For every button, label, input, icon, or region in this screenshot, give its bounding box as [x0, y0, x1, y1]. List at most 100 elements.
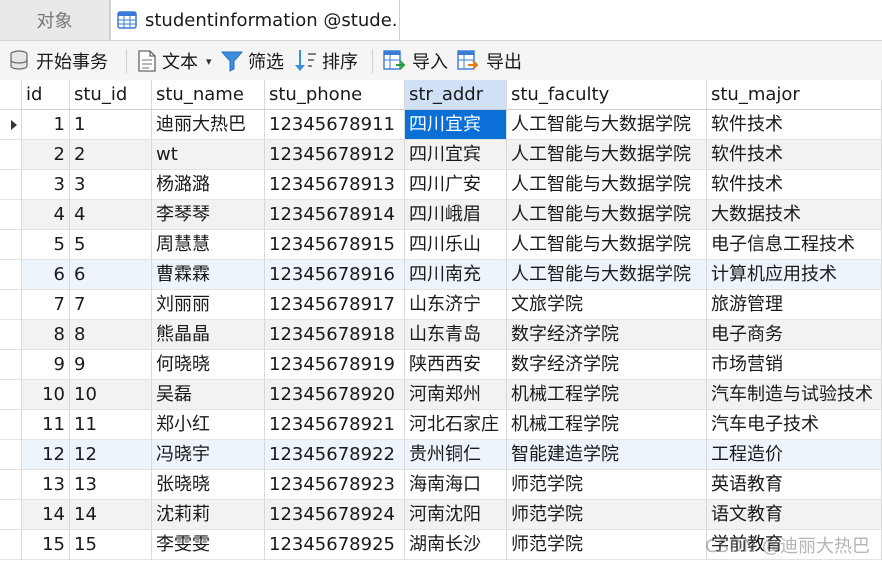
cell-stu-major[interactable]: 汽车电子技术: [707, 410, 882, 440]
column-header-stu-faculty[interactable]: stu_faculty: [507, 80, 707, 110]
cell-stu-major[interactable]: 语文教育: [707, 500, 882, 530]
cell-stu-faculty[interactable]: 机械工程学院: [507, 380, 707, 410]
cell-stu-id[interactable]: 10: [70, 380, 152, 410]
cell-stu-faculty[interactable]: 人工智能与大数据学院: [507, 110, 707, 140]
cell-id[interactable]: 15: [22, 530, 70, 560]
cell-id[interactable]: 2: [22, 140, 70, 170]
cell-stu-phone[interactable]: 12345678921: [265, 410, 405, 440]
cell-stu-faculty[interactable]: 数字经济学院: [507, 350, 707, 380]
cell-stu-faculty[interactable]: 数字经济学院: [507, 320, 707, 350]
cell-stu-phone[interactable]: 12345678917: [265, 290, 405, 320]
cell-stu-id[interactable]: 12: [70, 440, 152, 470]
row-indicator[interactable]: [0, 350, 22, 380]
cell-stu-major[interactable]: 英语教育: [707, 470, 882, 500]
cell-id[interactable]: 6: [22, 260, 70, 290]
column-header-id[interactable]: id: [22, 80, 70, 110]
cell-stu-id[interactable]: 9: [70, 350, 152, 380]
cell-str-addr[interactable]: 海南海口: [405, 470, 507, 500]
row-indicator[interactable]: [0, 530, 22, 560]
table-row[interactable]: 14 14 沈莉莉 12345678924 河南沈阳 师范学院 语文教育: [0, 500, 882, 530]
cell-str-addr[interactable]: 四川广安: [405, 170, 507, 200]
table-row[interactable]: 11 11 郑小红 12345678921 河北石家庄 机械工程学院 汽车电子技术: [0, 410, 882, 440]
cell-id[interactable]: 4: [22, 200, 70, 230]
cell-stu-name[interactable]: 冯晓宇: [152, 440, 265, 470]
row-indicator[interactable]: [0, 410, 22, 440]
cell-str-addr[interactable]: 湖南长沙: [405, 530, 507, 560]
table-row[interactable]: 9 9 何晓晓 12345678919 陕西西安 数字经济学院 市场营销: [0, 350, 882, 380]
cell-stu-name[interactable]: 沈莉莉: [152, 500, 265, 530]
cell-stu-major[interactable]: 电子信息工程技术: [707, 230, 882, 260]
cell-stu-phone[interactable]: 12345678924: [265, 500, 405, 530]
table-row[interactable]: 8 8 熊晶晶 12345678918 山东青岛 数字经济学院 电子商务: [0, 320, 882, 350]
cell-stu-faculty[interactable]: 师范学院: [507, 470, 707, 500]
table-row[interactable]: 4 4 李琴琴 12345678914 四川峨眉 人工智能与大数据学院 大数据技术: [0, 200, 882, 230]
cell-stu-phone[interactable]: 12345678918: [265, 320, 405, 350]
cell-id[interactable]: 5: [22, 230, 70, 260]
cell-stu-name[interactable]: 李琴琴: [152, 200, 265, 230]
cell-str-addr[interactable]: 山东青岛: [405, 320, 507, 350]
cell-stu-name[interactable]: 李雯雯: [152, 530, 265, 560]
cell-stu-name[interactable]: 何晓晓: [152, 350, 265, 380]
row-indicator[interactable]: [0, 290, 22, 320]
tab-table-studentinformation[interactable]: studentinformation @stude...: [110, 0, 400, 40]
row-indicator[interactable]: [0, 230, 22, 260]
table-row[interactable]: 2 2 wt 12345678912 四川宜宾 人工智能与大数据学院 软件技术: [0, 140, 882, 170]
row-indicator[interactable]: [0, 110, 22, 140]
cell-stu-id[interactable]: 6: [70, 260, 152, 290]
cell-stu-name[interactable]: 张晓晓: [152, 470, 265, 500]
cell-stu-phone[interactable]: 12345678913: [265, 170, 405, 200]
row-indicator[interactable]: [0, 200, 22, 230]
cell-str-addr[interactable]: 河北石家庄: [405, 410, 507, 440]
cell-str-addr[interactable]: 陕西西安: [405, 350, 507, 380]
cell-stu-id[interactable]: 3: [70, 170, 152, 200]
cell-stu-phone[interactable]: 12345678925: [265, 530, 405, 560]
cell-str-addr[interactable]: 山东济宁: [405, 290, 507, 320]
cell-stu-name[interactable]: 郑小红: [152, 410, 265, 440]
export-button[interactable]: 导出: [456, 41, 522, 81]
cell-stu-major[interactable]: 电子商务: [707, 320, 882, 350]
cell-id[interactable]: 13: [22, 470, 70, 500]
cell-stu-major[interactable]: 软件技术: [707, 140, 882, 170]
cell-stu-phone[interactable]: 12345678911: [265, 110, 405, 140]
cell-stu-id[interactable]: 2: [70, 140, 152, 170]
row-indicator[interactable]: [0, 140, 22, 170]
import-button[interactable]: 导入: [382, 41, 448, 81]
cell-stu-phone[interactable]: 12345678915: [265, 230, 405, 260]
column-header-stu-major[interactable]: stu_major: [707, 80, 882, 110]
cell-stu-id[interactable]: 13: [70, 470, 152, 500]
table-row[interactable]: 12 12 冯晓宇 12345678922 贵州铜仁 智能建造学院 工程造价: [0, 440, 882, 470]
cell-stu-name[interactable]: 迪丽大热巴: [152, 110, 265, 140]
table-row[interactable]: 1 1 迪丽大热巴 12345678911 四川宜宾 人工智能与大数据学院 软件技术: [0, 110, 882, 140]
row-indicator[interactable]: [0, 470, 22, 500]
cell-id[interactable]: 12: [22, 440, 70, 470]
cell-stu-major[interactable]: 汽车制造与试验技术: [707, 380, 882, 410]
cell-str-addr[interactable]: 四川峨眉: [405, 200, 507, 230]
text-menu-button[interactable]: 文本 ▾: [136, 41, 212, 81]
cell-id[interactable]: 7: [22, 290, 70, 320]
table-row[interactable]: 5 5 周慧慧 12345678915 四川乐山 人工智能与大数据学院 电子信息工程技术: [0, 230, 882, 260]
cell-stu-faculty[interactable]: 人工智能与大数据学院: [507, 230, 707, 260]
cell-stu-name[interactable]: 曹霖霖: [152, 260, 265, 290]
filter-button[interactable]: 筛选: [220, 41, 284, 81]
cell-stu-faculty[interactable]: 人工智能与大数据学院: [507, 140, 707, 170]
cell-str-addr[interactable]: 贵州铜仁: [405, 440, 507, 470]
table-row[interactable]: 10 10 吴磊 12345678920 河南郑州 机械工程学院 汽车制造与试验技术: [0, 380, 882, 410]
cell-stu-name[interactable]: 周慧慧: [152, 230, 265, 260]
cell-stu-faculty[interactable]: 师范学院: [507, 530, 707, 560]
cell-id[interactable]: 3: [22, 170, 70, 200]
tab-objects[interactable]: 对象: [0, 0, 110, 40]
cell-stu-id[interactable]: 15: [70, 530, 152, 560]
cell-id[interactable]: 14: [22, 500, 70, 530]
cell-stu-name[interactable]: 吴磊: [152, 380, 265, 410]
cell-stu-major[interactable]: 市场营销: [707, 350, 882, 380]
cell-stu-major[interactable]: 旅游管理: [707, 290, 882, 320]
table-row[interactable]: 6 6 曹霖霖 12345678916 四川南充 人工智能与大数据学院 计算机应用技术: [0, 260, 882, 290]
row-indicator[interactable]: [0, 170, 22, 200]
column-header-str-addr[interactable]: str_addr: [405, 80, 507, 110]
cell-stu-phone[interactable]: 12345678914: [265, 200, 405, 230]
cell-stu-id[interactable]: 1: [70, 110, 152, 140]
cell-id[interactable]: 11: [22, 410, 70, 440]
cell-stu-faculty[interactable]: 文旅学院: [507, 290, 707, 320]
cell-stu-faculty[interactable]: 机械工程学院: [507, 410, 707, 440]
cell-stu-id[interactable]: 14: [70, 500, 152, 530]
